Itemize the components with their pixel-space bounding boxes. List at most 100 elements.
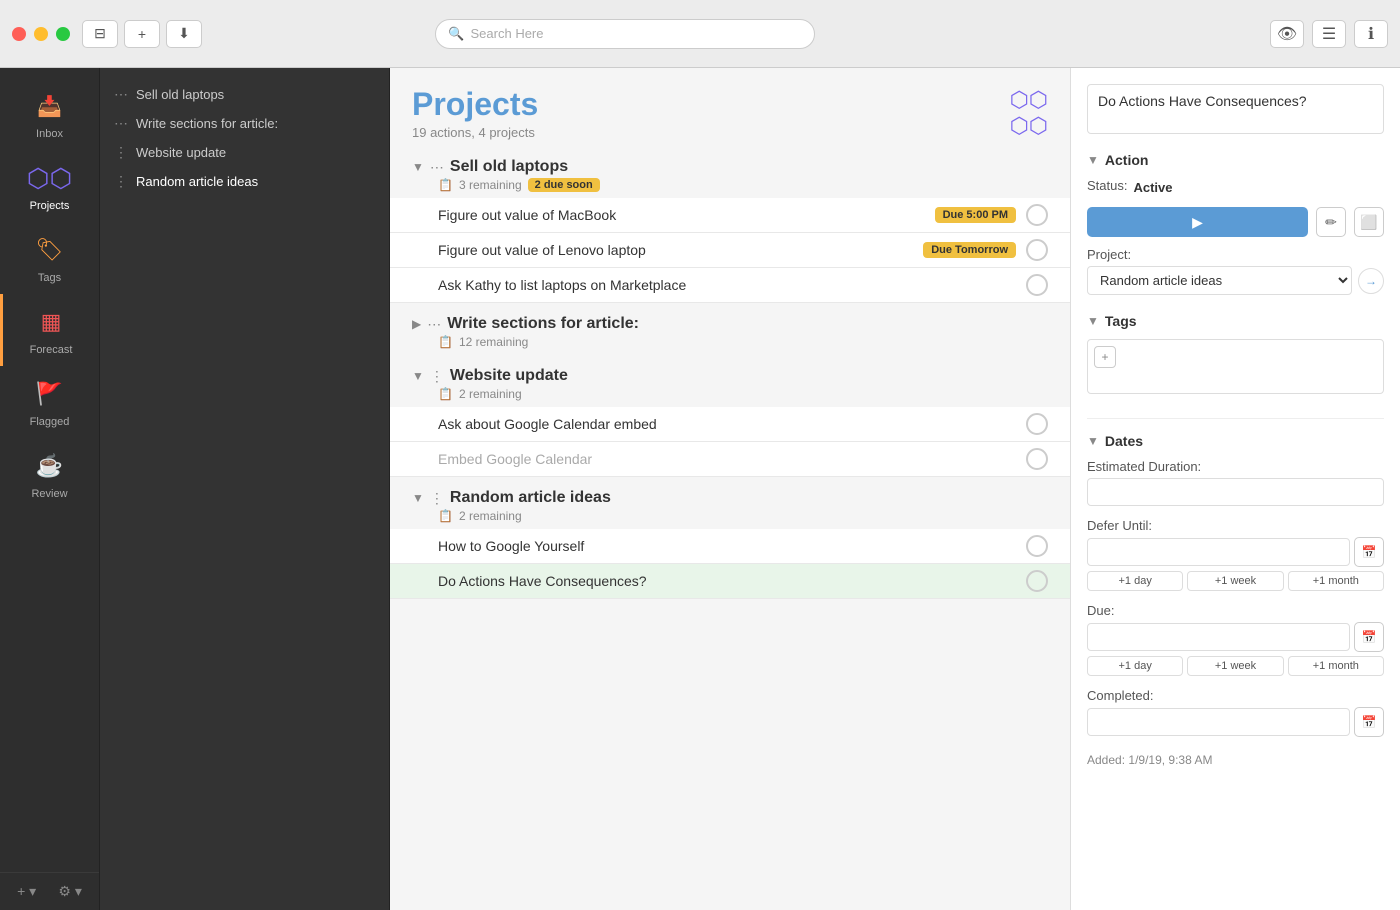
meta-icon-random: 📋 xyxy=(438,509,453,523)
task-text-consequences: Do Actions Have Consequences? xyxy=(438,573,1016,589)
task-checkbox-google-embed[interactable] xyxy=(1026,413,1048,435)
forecast-icon: ▦ xyxy=(33,304,69,340)
flagged-icon: 🚩 xyxy=(32,376,68,412)
sidebar-item-review[interactable]: ☕ Review xyxy=(0,438,99,510)
eye-button[interactable]: 👁 xyxy=(1270,20,1304,48)
minimize-button[interactable] xyxy=(34,27,48,41)
project-header-website[interactable]: ▼ ⋮ Website update xyxy=(390,359,1070,387)
sec-item-random-article[interactable]: ⋮ Random article ideas xyxy=(100,167,389,196)
project-title-sell: Sell old laptops xyxy=(450,158,568,176)
task-text-macbook: Figure out value of MacBook xyxy=(438,207,925,223)
project-nav-button[interactable]: → xyxy=(1358,268,1384,294)
download-button[interactable]: ⬇ xyxy=(166,20,202,48)
titlebar: ⊟ + ⬇ 🔍 Search Here 👁 ☰ ℹ xyxy=(0,0,1400,68)
added-label-text: Added: xyxy=(1087,753,1125,767)
task-checkbox-kathy[interactable] xyxy=(1026,274,1048,296)
estimated-duration-input[interactable] xyxy=(1087,478,1384,506)
sidebar-item-tags[interactable]: 🏷 Tags xyxy=(0,222,99,294)
meta-icon-website: 📋 xyxy=(438,387,453,401)
project-title-random: Random article ideas xyxy=(450,489,611,507)
due-input[interactable] xyxy=(1087,623,1350,651)
sec-icon-sell: ⋯ xyxy=(114,86,128,103)
sidebar-item-inbox[interactable]: 📥 Inbox xyxy=(0,78,99,150)
sec-item-sell-laptops[interactable]: ⋯ Sell old laptops xyxy=(100,80,389,109)
due-badge-sell: 2 due soon xyxy=(528,178,600,192)
project-icon-website: ⋮ xyxy=(430,368,444,385)
collapse-arrow-write[interactable]: ▶ xyxy=(412,317,421,331)
add-item-button[interactable]: + xyxy=(124,20,160,48)
completed-input[interactable] xyxy=(1087,708,1350,736)
section-action-label: Action xyxy=(1105,152,1149,168)
close-button[interactable] xyxy=(12,27,26,41)
section-tags-label: Tags xyxy=(1105,313,1137,329)
flag-button[interactable]: ⬜ xyxy=(1354,207,1384,237)
edit-button[interactable]: ✏ xyxy=(1316,207,1346,237)
add-bottom-button[interactable]: + ▾ xyxy=(17,883,36,900)
grid-icon[interactable]: ⬡⬡⬡⬡ xyxy=(1010,87,1048,139)
list-button[interactable]: ☰ xyxy=(1312,20,1346,48)
task-checkbox-google-yourself[interactable] xyxy=(1026,535,1048,557)
due-label: Due: xyxy=(1087,603,1384,618)
info-button[interactable]: ℹ xyxy=(1354,20,1388,48)
task-checkbox-consequences[interactable] xyxy=(1026,570,1048,592)
completed-label: Completed: xyxy=(1087,688,1384,703)
task-row-macbook[interactable]: Figure out value of MacBook Due 5:00 PM xyxy=(390,198,1070,233)
project-select[interactable]: Random article ideas xyxy=(1087,266,1352,295)
project-title-write: Write sections for article: xyxy=(447,315,639,333)
defer-plus-week-button[interactable]: +1 week xyxy=(1187,571,1283,591)
project-header-random[interactable]: ▼ ⋮ Random article ideas xyxy=(390,481,1070,509)
project-header-sell-laptops[interactable]: ▼ ⋯ Sell old laptops xyxy=(390,150,1070,178)
main-panel: Projects 19 actions, 4 projects ⬡⬡⬡⬡ ▼ ⋯… xyxy=(390,68,1070,910)
collapse-arrow-random[interactable]: ▼ xyxy=(412,491,424,505)
task-checkbox-lenovo[interactable] xyxy=(1026,239,1048,261)
sidebar-item-forecast[interactable]: ▦ Forecast xyxy=(0,294,99,366)
tags-arrow-icon: ▼ xyxy=(1087,314,1099,328)
status-value: Active xyxy=(1133,180,1172,195)
settings-bottom-button[interactable]: ⚙ ▾ xyxy=(58,883,81,900)
dates-arrow-icon: ▼ xyxy=(1087,434,1099,448)
task-row-embed-cal[interactable]: Embed Google Calendar xyxy=(390,442,1070,477)
task-checkbox-macbook[interactable] xyxy=(1026,204,1048,226)
task-checkbox-embed-cal[interactable] xyxy=(1026,448,1048,470)
secondary-sidebar: ⋯ Sell old laptops ⋯ Write sections for … xyxy=(100,68,390,910)
play-button[interactable]: ▶ xyxy=(1087,207,1308,237)
task-row-google-yourself[interactable]: How to Google Yourself xyxy=(390,529,1070,564)
sec-label-sell: Sell old laptops xyxy=(136,87,224,102)
due-plus-week-button[interactable]: +1 week xyxy=(1187,656,1283,676)
task-row-google-embed[interactable]: Ask about Google Calendar embed xyxy=(390,407,1070,442)
maximize-button[interactable] xyxy=(56,27,70,41)
due-calendar-button[interactable]: 📅 xyxy=(1354,622,1384,652)
search-bar: 🔍 Search Here xyxy=(435,19,815,49)
due-plus-day-button[interactable]: +1 day xyxy=(1087,656,1183,676)
added-row: Added: 1/9/19, 9:38 AM xyxy=(1087,753,1384,767)
project-meta-write: 📋 12 remaining xyxy=(390,335,1070,355)
collapse-arrow-website[interactable]: ▼ xyxy=(412,369,424,383)
collapse-arrow-sell[interactable]: ▼ xyxy=(412,160,424,174)
defer-plus-month-button[interactable]: +1 month xyxy=(1288,571,1384,591)
search-placeholder[interactable]: Search Here xyxy=(471,26,544,41)
page-subtitle: 19 actions, 4 projects xyxy=(412,125,538,140)
task-row-kathy[interactable]: Ask Kathy to list laptops on Marketplace xyxy=(390,268,1070,303)
action-arrow-icon: ▼ xyxy=(1087,153,1099,167)
sec-item-website-update[interactable]: ⋮ Website update xyxy=(100,138,389,167)
defer-calendar-button[interactable]: 📅 xyxy=(1354,537,1384,567)
section-header-dates: ▼ Dates xyxy=(1087,433,1384,449)
project-icon-write: ⋯ xyxy=(427,316,441,333)
sidebar-label-forecast: Forecast xyxy=(30,344,73,356)
due-badge-lenovo: Due Tomorrow xyxy=(923,242,1016,258)
completed-calendar-button[interactable]: 📅 xyxy=(1354,707,1384,737)
project-header-write[interactable]: ▶ ⋯ Write sections for article: xyxy=(390,307,1070,335)
defer-until-input[interactable] xyxy=(1087,538,1350,566)
sec-icon-write: ⋯ xyxy=(114,115,128,132)
task-row-consequences[interactable]: Do Actions Have Consequences? xyxy=(390,564,1070,599)
sidebar-toggle-button[interactable]: ⊟ xyxy=(82,20,118,48)
due-plus-month-button[interactable]: +1 month xyxy=(1288,656,1384,676)
defer-plus-day-button[interactable]: +1 day xyxy=(1087,571,1183,591)
task-row-lenovo[interactable]: Figure out value of Lenovo laptop Due To… xyxy=(390,233,1070,268)
projects-icon: ⬡⬡ xyxy=(32,160,68,196)
sidebar-item-projects[interactable]: ⬡⬡ Projects xyxy=(0,150,99,222)
page-title: Projects xyxy=(412,86,538,123)
sidebar-item-flagged[interactable]: 🚩 Flagged xyxy=(0,366,99,438)
tag-add-button[interactable]: + xyxy=(1094,346,1116,368)
sec-item-write-sections[interactable]: ⋯ Write sections for article: xyxy=(100,109,389,138)
